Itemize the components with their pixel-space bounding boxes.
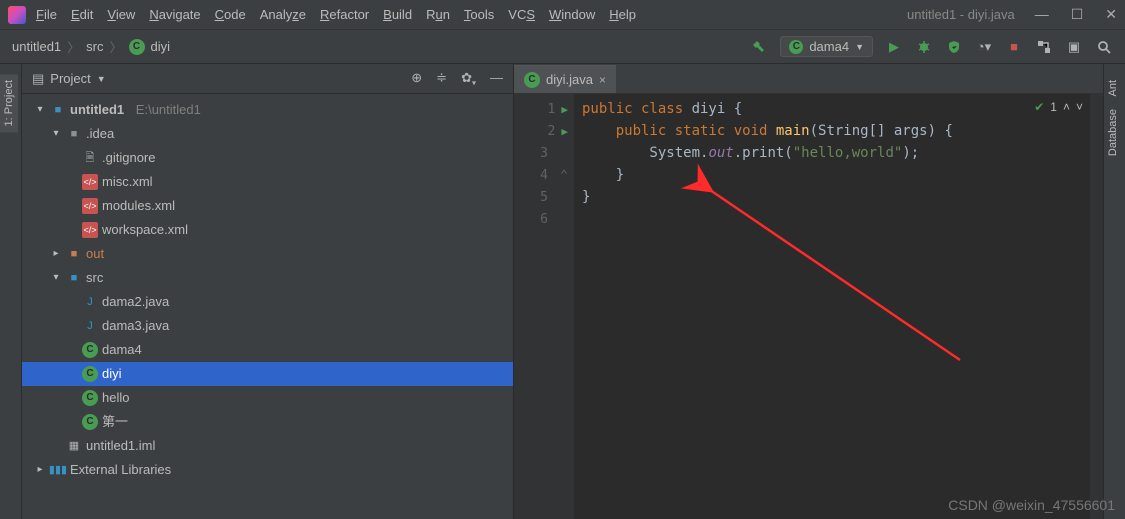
sidebar-tab-ant[interactable]: Ant: [1104, 74, 1122, 103]
check-icon: ✔: [1034, 100, 1044, 114]
project-tree: ▾ ■ untitled1 E:\untitled1 ▾ ■ .idea ▸ 🗎…: [22, 94, 513, 519]
hide-panel-icon[interactable]: —: [490, 70, 503, 88]
main-menu: File Edit View Navigate Code Analyze Ref…: [36, 7, 887, 22]
class-icon: C: [82, 366, 98, 382]
panel-settings-icon[interactable]: ✿▾: [461, 70, 476, 88]
class-icon: C: [789, 40, 803, 54]
hammer-icon[interactable]: [750, 38, 768, 56]
sidebar-tab-project[interactable]: 1: Project: [0, 74, 18, 132]
chevron-down-icon: ▼: [855, 42, 864, 52]
tree-file-diyi[interactable]: ▸ C diyi: [22, 362, 513, 386]
window-title: untitled1 - diyi.java: [907, 7, 1015, 22]
tree-misc-xml[interactable]: ▸ </> misc.xml: [22, 170, 513, 194]
breadcrumb-root[interactable]: untitled1: [12, 39, 61, 54]
class-icon: C: [82, 414, 98, 430]
editor-tab-diyi[interactable]: C diyi.java ×: [514, 65, 616, 93]
tree-project-root[interactable]: ▾ ■ untitled1 E:\untitled1: [22, 98, 513, 122]
marker-bar[interactable]: [1089, 94, 1103, 519]
tree-out-folder[interactable]: ▸ ■ out: [22, 242, 513, 266]
tree-modules-xml[interactable]: ▸ </> modules.xml: [22, 194, 513, 218]
stop-icon[interactable]: ■: [1005, 38, 1023, 56]
menu-window[interactable]: Window: [549, 7, 595, 22]
rerun-tests-icon[interactable]: ▣: [1065, 38, 1083, 56]
next-highlight-icon[interactable]: ˅: [1076, 100, 1083, 114]
menu-file[interactable]: File: [36, 7, 57, 22]
debug-icon[interactable]: [915, 38, 933, 56]
coverage-icon[interactable]: [945, 38, 963, 56]
git-icon[interactable]: [1035, 38, 1053, 56]
close-tab-icon[interactable]: ×: [599, 73, 606, 87]
close-icon[interactable]: ✕: [1105, 6, 1117, 23]
editor-gutter: 1▶ 2▶ 3 4⌃ 5 6: [514, 94, 574, 519]
app-icon: [8, 6, 26, 24]
tree-file-diyi-cn[interactable]: ▸ C 第一: [22, 410, 513, 434]
menu-vcs[interactable]: VCS: [508, 7, 535, 22]
search-icon[interactable]: [1095, 38, 1113, 56]
watermark: CSDN @weixin_47556601: [948, 497, 1115, 513]
menu-edit[interactable]: Edit: [71, 7, 93, 22]
tree-file-dama3[interactable]: ▸ J dama3.java: [22, 314, 513, 338]
run-icon[interactable]: ▶: [885, 38, 903, 56]
tree-workspace-xml[interactable]: ▸ </> workspace.xml: [22, 218, 513, 242]
menu-view[interactable]: View: [107, 7, 135, 22]
chevron-down-icon[interactable]: ▼: [97, 74, 106, 84]
tree-src-folder[interactable]: ▾ ■ src: [22, 266, 513, 290]
menu-navigate[interactable]: Navigate: [149, 7, 200, 22]
class-icon: C: [82, 342, 98, 358]
menu-tools[interactable]: Tools: [464, 7, 494, 22]
sidebar-tab-database[interactable]: Database: [1104, 103, 1122, 162]
menu-help[interactable]: Help: [609, 7, 636, 22]
select-opened-icon[interactable]: ⊕: [411, 70, 422, 88]
gutter-run-icon[interactable]: ▶: [561, 125, 568, 138]
menu-build[interactable]: Build: [383, 7, 412, 22]
tree-file-dama4[interactable]: ▸ C dama4: [22, 338, 513, 362]
tree-file-hello[interactable]: ▸ C hello: [22, 386, 513, 410]
run-config-label: dama4: [809, 39, 849, 54]
tree-iml[interactable]: ▸ ▦ untitled1.iml: [22, 434, 513, 458]
tree-external-libs[interactable]: ▸ ▮▮▮ External Libraries: [22, 458, 513, 482]
tree-gitignore[interactable]: ▸ 🗎 .gitignore: [22, 146, 513, 170]
menu-refactor[interactable]: Refactor: [320, 7, 369, 22]
minimize-icon[interactable]: —: [1035, 6, 1049, 23]
class-icon: C: [524, 72, 540, 88]
menu-run[interactable]: Run: [426, 7, 450, 22]
expand-all-icon[interactable]: ≑: [436, 70, 447, 88]
code-editor[interactable]: public class diyi { public static void m…: [574, 94, 1089, 519]
breadcrumb: untitled1 〉 src 〉 C diyi: [12, 37, 170, 56]
gutter-run-icon[interactable]: ▶: [561, 103, 568, 116]
class-icon: C: [82, 390, 98, 406]
tree-idea-folder[interactable]: ▾ ■ .idea: [22, 122, 513, 146]
inspection-status[interactable]: ✔ 1 ˄ ˅: [1034, 100, 1083, 114]
project-panel-icon: ▤: [32, 71, 44, 87]
run-config-selector[interactable]: C dama4 ▼: [780, 36, 873, 57]
class-icon: C: [129, 39, 145, 55]
tree-file-dama2[interactable]: ▸ J dama2.java: [22, 290, 513, 314]
menu-analyze[interactable]: Analyze: [260, 7, 306, 22]
tab-label: diyi.java: [546, 72, 593, 87]
project-panel-title: Project: [50, 71, 90, 86]
profiler-icon[interactable]: ◔▾: [975, 38, 993, 56]
breadcrumb-folder[interactable]: src: [86, 39, 103, 54]
menu-code[interactable]: Code: [215, 7, 246, 22]
breadcrumb-file[interactable]: diyi: [151, 39, 171, 54]
prev-highlight-icon[interactable]: ˄: [1063, 100, 1070, 114]
maximize-icon[interactable]: ☐: [1071, 6, 1084, 23]
